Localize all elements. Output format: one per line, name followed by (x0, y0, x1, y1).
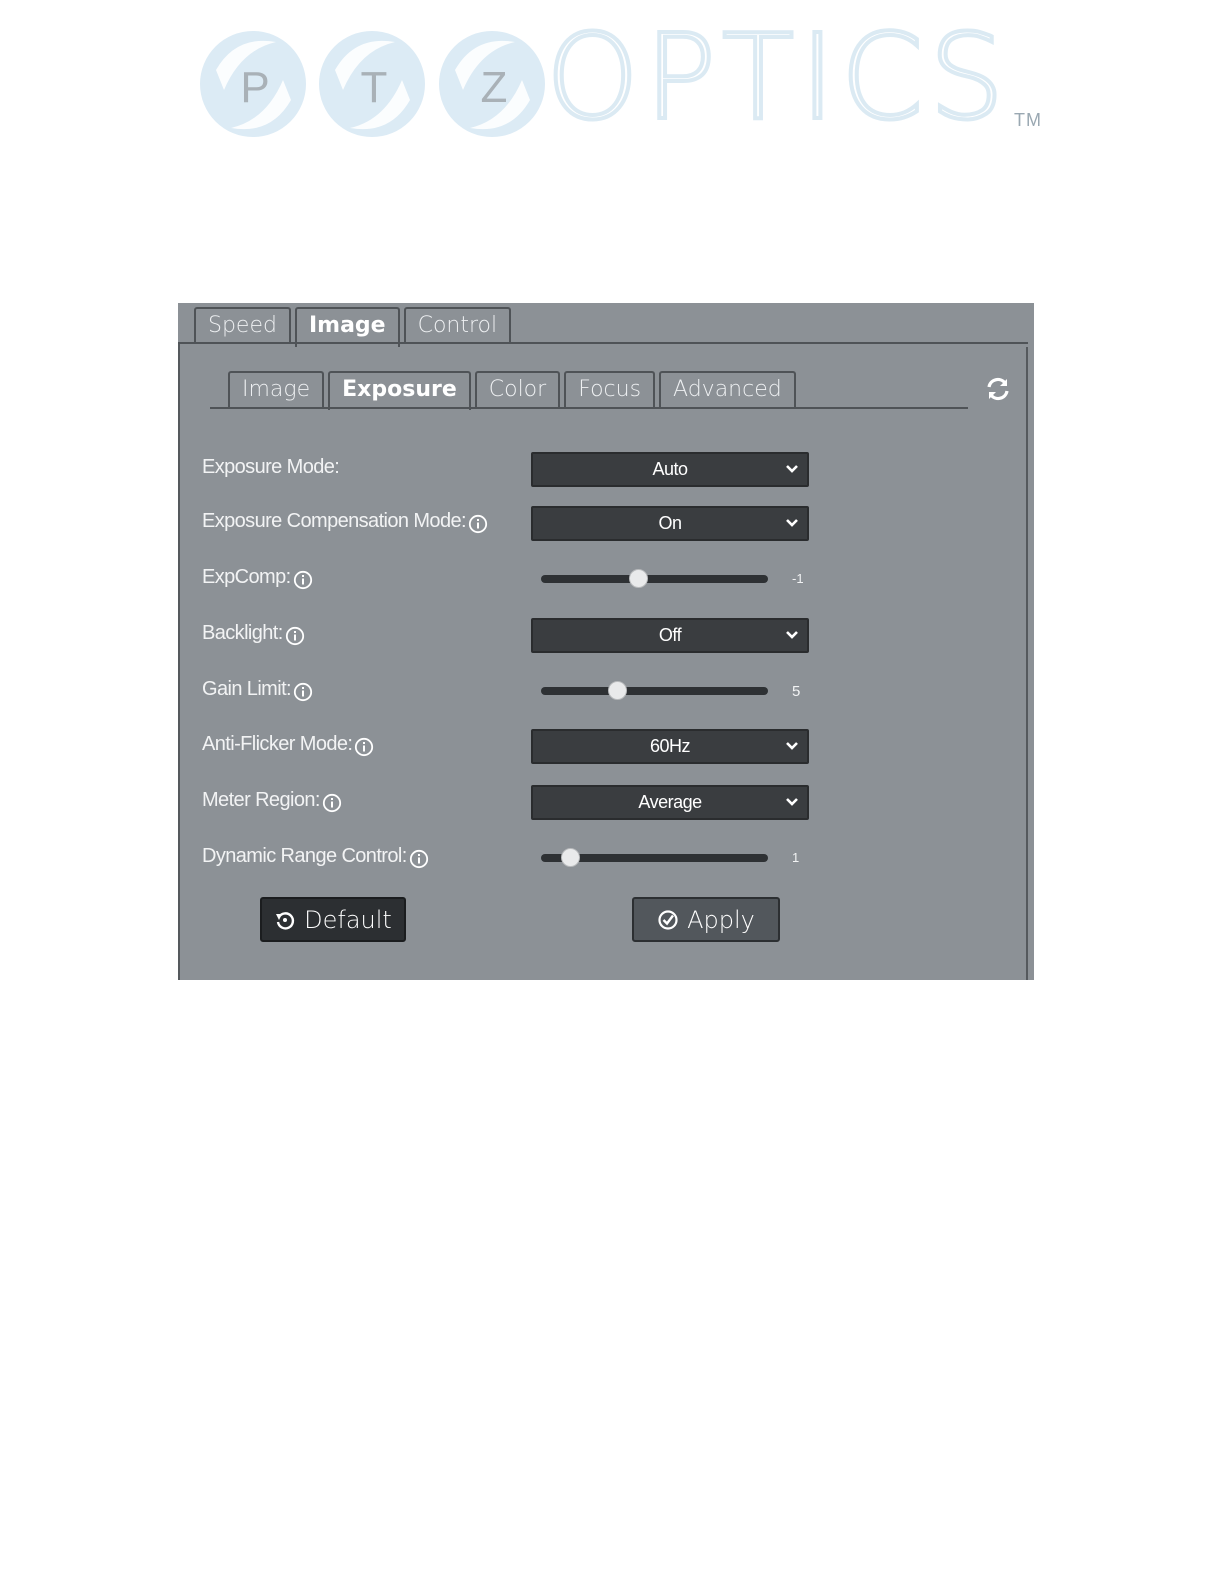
logo-letter-p: P (240, 63, 269, 112)
settings-panel: Speed Image Control Image Exposure Color… (178, 303, 1034, 980)
gain-limit-label-text: Gain Limit: (202, 678, 292, 700)
backlight-select[interactable]: Off (531, 618, 809, 653)
logo-letter-t: T (361, 63, 388, 112)
exposure-mode-label-text: Exposure Mode: (202, 456, 340, 478)
info-icon[interactable] (293, 682, 313, 702)
row-gain-limit: Gain Limit: 5 (202, 674, 1022, 710)
default-button[interactable]: Default (260, 897, 406, 942)
expcomp-label: ExpComp: (202, 566, 313, 589)
refresh-icon[interactable] (984, 375, 1012, 403)
drc-value: 1 (792, 850, 800, 865)
drc-label-text: Dynamic Range Control: (202, 845, 407, 867)
top-tab-bar: Speed Image Control (194, 307, 512, 347)
expcomp-value: -1 (792, 571, 804, 586)
backlight-label-text: Backlight: (202, 622, 283, 644)
panel-right-border (1026, 347, 1028, 980)
chevron-down-icon (786, 519, 798, 527)
info-icon[interactable] (293, 570, 313, 590)
ptzoptics-logo: P T Z OPTICS TM (196, 16, 1056, 140)
subtab-color[interactable]: Color (474, 371, 561, 408)
meter-region-select[interactable]: Average (531, 785, 809, 820)
meter-region-value: Average (638, 792, 702, 812)
logo-trademark: TM (1014, 110, 1042, 130)
gain-limit-label: Gain Limit: (202, 678, 313, 701)
info-icon[interactable] (354, 737, 374, 757)
drc-slider-thumb[interactable] (560, 848, 580, 867)
info-icon[interactable] (409, 849, 429, 869)
chevron-down-icon (786, 465, 798, 473)
subtab-exposure[interactable]: Exposure (328, 371, 471, 410)
panel-left-border (178, 343, 180, 980)
subtab-advanced[interactable]: Advanced (659, 371, 796, 408)
apply-button-label: Apply (687, 905, 755, 934)
anti-flicker-select[interactable]: 60Hz (531, 729, 809, 764)
expcomp-label-text: ExpComp: (202, 566, 291, 588)
chevron-down-icon (786, 742, 798, 750)
logo-circles: P T Z (200, 31, 545, 137)
info-icon[interactable] (285, 626, 305, 646)
tab-control[interactable]: Control (403, 307, 512, 343)
row-expcomp: ExpComp: -1 (202, 562, 1022, 598)
top-tab-divider (178, 342, 1028, 344)
row-anti-flicker: Anti-Flicker Mode: 60Hz (202, 729, 1022, 765)
backlight-value: Off (658, 625, 682, 645)
exposure-comp-mode-select[interactable]: On (531, 506, 809, 541)
expcomp-slider-thumb[interactable] (628, 569, 648, 588)
exposure-mode-value: Auto (652, 459, 688, 479)
sub-tab-bar: Image Exposure Color Focus Advanced (228, 371, 796, 410)
tab-image[interactable]: Image (294, 307, 400, 347)
subtab-image[interactable]: Image (228, 371, 325, 408)
gain-limit-value: 5 (792, 683, 801, 700)
row-meter-region: Meter Region: Average (202, 785, 1022, 821)
drc-slider[interactable] (541, 848, 768, 867)
gain-limit-slider[interactable] (541, 681, 768, 700)
logo-letter-z: Z (481, 63, 508, 112)
default-button-label: Default (304, 905, 392, 934)
check-circle-icon (658, 909, 678, 930)
exposure-comp-mode-label-text: Exposure Compensation Mode: (202, 510, 467, 532)
chevron-down-icon (786, 631, 798, 639)
info-icon[interactable] (322, 793, 342, 813)
exposure-mode-select[interactable]: Auto (531, 452, 809, 487)
sub-tab-divider (210, 407, 968, 409)
gain-limit-slider-thumb[interactable] (608, 681, 628, 700)
expcomp-slider[interactable] (541, 569, 768, 588)
reset-icon (276, 911, 295, 930)
tab-speed[interactable]: Speed (194, 307, 291, 343)
apply-button[interactable]: Apply (632, 897, 780, 942)
drc-label: Dynamic Range Control: (202, 845, 429, 868)
row-backlight: Backlight: Off (202, 618, 1022, 654)
exposure-comp-mode-label: Exposure Compensation Mode: (202, 510, 488, 533)
anti-flicker-label-text: Anti-Flicker Mode: (202, 733, 353, 755)
info-icon[interactable] (468, 514, 488, 534)
chevron-down-icon (786, 798, 798, 806)
meter-region-label-text: Meter Region: (202, 789, 320, 811)
meter-region-label: Meter Region: (202, 789, 342, 812)
subtab-focus[interactable]: Focus (564, 371, 656, 408)
exposure-mode-label: Exposure Mode: (202, 456, 340, 479)
anti-flicker-label: Anti-Flicker Mode: (202, 733, 374, 756)
row-exposure-mode: Exposure Mode: Auto (202, 452, 1022, 488)
backlight-label: Backlight: (202, 622, 305, 645)
row-dynamic-range-control: Dynamic Range Control: 1 (202, 841, 1022, 877)
row-exposure-comp-mode: Exposure Compensation Mode: On (202, 506, 1022, 542)
anti-flicker-value: 60Hz (649, 736, 691, 756)
logo-word: OPTICS (544, 8, 1011, 146)
exposure-comp-mode-value: On (658, 513, 682, 533)
